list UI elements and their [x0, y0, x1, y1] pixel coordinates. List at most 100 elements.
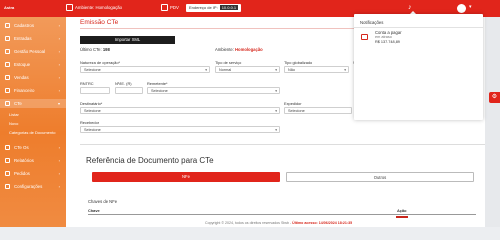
tipo-globalizado-label: Tipo globalizado	[284, 60, 313, 65]
ultimo-cte-label: Último CTe:	[80, 47, 102, 52]
ambiente: Ambiente: Homologação	[215, 47, 263, 52]
truck-icon	[5, 101, 10, 106]
sidebar-item-cte-os[interactable]: CTe Os ›	[0, 143, 66, 152]
avatar[interactable]	[457, 4, 466, 13]
chevron-right-icon: ›	[58, 88, 60, 93]
recebedor-select[interactable]: Selecione ▾	[80, 126, 280, 133]
chevron-down-icon: ▾	[57, 101, 60, 106]
chaves-label: Chaves de NFe	[88, 199, 118, 204]
natureza-select[interactable]: Selecione ▾	[80, 66, 210, 73]
sidebar-item-entradas[interactable]: Entradas ›	[0, 34, 66, 43]
chevron-down-icon: ▾	[275, 128, 277, 132]
notifications-divider	[354, 27, 483, 28]
sidebar-item-label: Vendas	[14, 75, 29, 80]
wallet-icon	[361, 34, 368, 40]
destinatario-select[interactable]: Selecione ▾	[80, 107, 280, 114]
expedidor-label: Expedidor	[284, 101, 302, 106]
sidebar-subitem-categorias[interactable]: Categorias de Documento	[9, 130, 55, 135]
sidebar-item-label: Financeiro	[14, 88, 35, 93]
ultimo-cte-value: 198	[102, 47, 110, 52]
sidebar-item-cte[interactable]: CTe ▾	[0, 99, 66, 108]
sidebar-item-label: Cadastros	[14, 23, 35, 28]
tag-icon	[5, 75, 10, 80]
recebedor-label: Recebedor	[80, 120, 100, 125]
expedidor-select[interactable]: Selecione	[284, 107, 352, 114]
sidebar-item-cadastros[interactable]: Cadastros ›	[0, 21, 66, 30]
sidebar-item-label: Estoque	[14, 62, 31, 67]
clipboard-icon	[5, 171, 10, 176]
sidebar-item-label: Entradas	[14, 36, 32, 41]
sidebar-item-gestao-pessoal[interactable]: Gestão Pessoal ›	[0, 47, 66, 56]
sidebar-item-configuracoes[interactable]: Configurações ›	[0, 182, 66, 191]
chevron-down-icon[interactable]: ▾	[469, 4, 472, 10]
column-header-chave: Chave	[88, 208, 100, 213]
sidebar-item-pedidos[interactable]: Pedidos ›	[0, 169, 66, 178]
cart-icon	[161, 4, 168, 11]
rntrc-input[interactable]	[80, 87, 110, 94]
ie-input[interactable]	[115, 87, 143, 94]
right-gutter	[485, 17, 500, 227]
ambiente-value: Homologação	[235, 47, 263, 52]
table-header-divider	[88, 214, 476, 215]
chevron-right-icon: ›	[58, 75, 60, 80]
chevron-right-icon: ›	[58, 36, 60, 41]
tipo-servico-select[interactable]: Normal ▾	[215, 66, 280, 73]
sidebar: Cadastros › Entradas › Gestão Pessoal › Est…	[0, 17, 66, 227]
sidebar-item-label: Gestão Pessoal	[14, 49, 45, 54]
referencia-title: Referência de Documento para CTe	[86, 156, 214, 165]
page-title: Emissão CTe	[80, 19, 119, 26]
natureza-value: Selecione	[84, 68, 101, 72]
sidebar-item-label: Relatórios	[14, 158, 34, 163]
notifications-title: Notificações	[360, 20, 384, 25]
remetente-label: Remetente*	[147, 81, 168, 86]
expedidor-value: Selecione	[288, 109, 305, 113]
sidebar-subitem-listar[interactable]: Listar	[9, 112, 19, 117]
sidebar-item-financeiro[interactable]: Financeiro ›	[0, 86, 66, 95]
chevron-right-icon: ›	[58, 158, 60, 163]
sidebar-item-estoque[interactable]: Estoque ›	[0, 60, 66, 69]
sidebar-item-relatorios[interactable]: Relatórios ›	[0, 156, 66, 165]
gear-icon: ⚙	[491, 94, 498, 100]
import-xml-button[interactable]: Importar XML	[80, 36, 175, 44]
settings-float-button[interactable]: ⚙	[489, 92, 500, 103]
ip-value: 10.0.0.1	[219, 5, 239, 10]
sidebar-item-label: CTe Os	[14, 145, 29, 150]
monitor-icon	[66, 4, 73, 11]
rntrc-label: RNTRC	[80, 81, 94, 86]
recebedor-value: Selecione	[84, 128, 101, 132]
truck-icon	[5, 145, 10, 150]
sidebar-item-vendas[interactable]: Vendas ›	[0, 73, 66, 82]
chevron-right-icon: ›	[58, 23, 60, 28]
app-logo[interactable]: Astra	[4, 5, 14, 10]
environment-label: Ambiente: Homologação	[75, 5, 123, 10]
tipo-globalizado-value: Não	[288, 68, 295, 72]
report-icon	[5, 158, 10, 163]
environment-indicator[interactable]: Ambiente: Homologação	[66, 4, 122, 11]
footer-text: Copyright © 2024, todos os direitos rese…	[205, 221, 292, 225]
inbox-icon	[5, 36, 10, 41]
sidebar-item-label: Pedidos	[14, 171, 30, 176]
box-icon	[5, 62, 10, 67]
pdv-label: PDV	[170, 5, 179, 10]
tab-nfe[interactable]: NFe	[92, 172, 280, 182]
gear-icon	[5, 184, 10, 189]
notifications-panel: Notificações Conta a pagar em atraso R$ …	[354, 14, 483, 120]
destinatario-label: Destinatário*	[80, 101, 103, 106]
chevron-right-icon: ›	[58, 49, 60, 54]
tab-outros[interactable]: Outros	[286, 172, 474, 182]
money-icon	[5, 88, 10, 93]
chevron-right-icon: ›	[58, 62, 60, 67]
chevron-down-icon: ▾	[205, 68, 207, 72]
ambiente-label: Ambiente:	[215, 47, 234, 52]
tipo-globalizado-select[interactable]: Não ▾	[284, 66, 349, 73]
sidebar-item-label: CTe	[14, 101, 22, 106]
sidebar-subitem-novo[interactable]: Novo	[9, 121, 18, 126]
ie-label: Nº/IE. (R)	[115, 81, 132, 86]
chevron-right-icon: ›	[58, 184, 60, 189]
pdv-button[interactable]: PDV	[161, 4, 179, 11]
remetente-select[interactable]: Selecione ▾	[147, 87, 280, 94]
notification-subtitle: em atraso	[375, 35, 392, 39]
action-indicator	[396, 216, 408, 218]
tipo-servico-label: Tipo de serviço	[215, 60, 242, 65]
tipo-servico-value: Normal	[219, 68, 232, 72]
